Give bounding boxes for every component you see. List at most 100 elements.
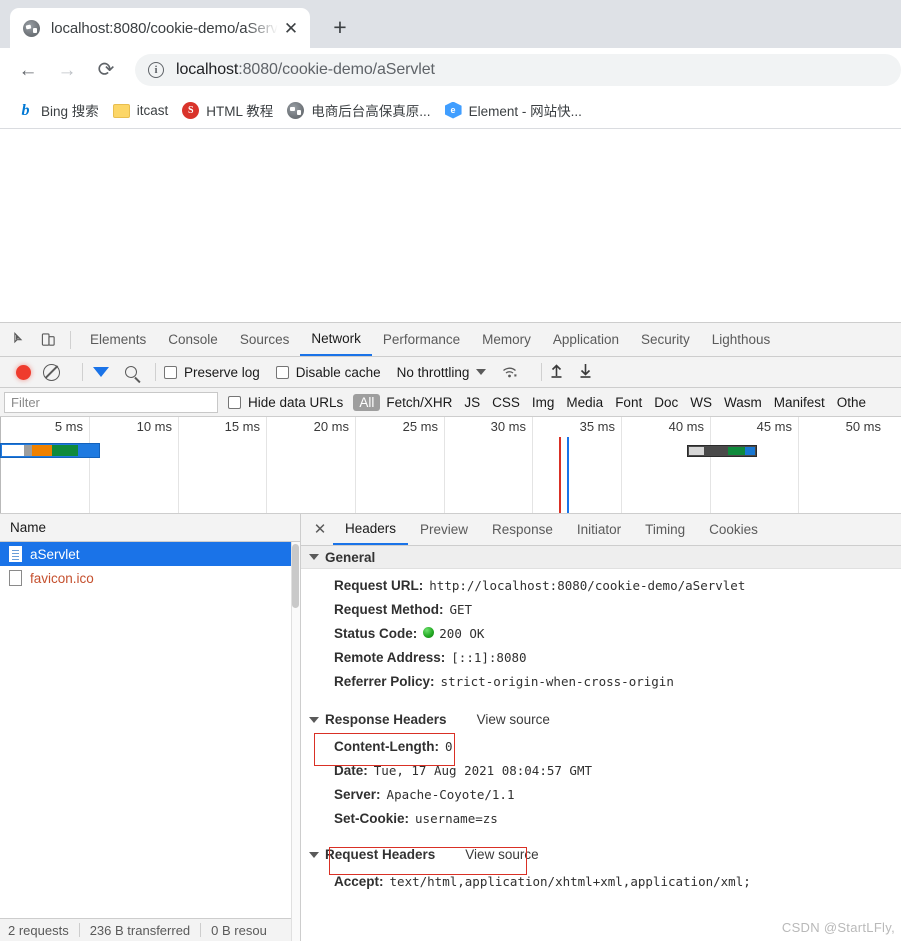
status-transferred: 236 B transferred <box>90 923 190 938</box>
resource-type-js[interactable]: JS <box>458 394 486 411</box>
chevron-down-icon[interactable] <box>309 852 319 858</box>
filter-input[interactable]: Filter <box>4 392 218 413</box>
network-toolbar: Preserve log Disable cache No throttling <box>0 357 901 388</box>
divider <box>541 363 542 381</box>
header-value: strict-origin-when-cross-origin <box>441 673 674 691</box>
bookmark-ecommerce[interactable]: 电商后台高保真原... <box>283 96 440 124</box>
section-general[interactable]: General <box>301 546 901 569</box>
tick-label: 50 ms <box>846 419 887 434</box>
bookmark-html-tutorial[interactable]: S HTML 教程 <box>178 96 283 124</box>
resource-type-wasm[interactable]: Wasm <box>718 394 768 411</box>
tick-label: 45 ms <box>757 419 798 434</box>
back-icon[interactable]: ← <box>12 54 44 86</box>
disable-cache-checkbox[interactable] <box>276 366 289 379</box>
header-row-set-cookie: Set-Cookie: username=zs <box>301 807 901 831</box>
divider <box>200 923 201 937</box>
tab-response[interactable]: Response <box>480 514 565 545</box>
address-bar-url: localhost:8080/cookie-demo/aServlet <box>176 61 435 79</box>
request-row-aservlet[interactable]: aServlet <box>0 542 300 566</box>
chevron-down-icon[interactable] <box>476 369 486 375</box>
tab-memory[interactable]: Memory <box>471 323 542 356</box>
resource-type-manifest[interactable]: Manifest <box>768 394 831 411</box>
bookmark-element[interactable]: e Element - 网站快... <box>441 96 592 124</box>
record-button-icon[interactable] <box>16 365 31 380</box>
resource-type-font[interactable]: Font <box>609 394 648 411</box>
tab-timing[interactable]: Timing <box>633 514 697 545</box>
bookmark-itcast[interactable]: itcast <box>109 96 179 124</box>
navigation-bar: ← → ⟳ i localhost:8080/cookie-demo/aServ… <box>0 48 901 92</box>
reload-icon[interactable]: ⟳ <box>90 54 122 86</box>
inspect-cursor-icon[interactable] <box>6 327 34 353</box>
divider <box>70 331 71 349</box>
resource-type-other[interactable]: Othe <box>831 394 872 411</box>
resource-type-all[interactable]: All <box>353 394 380 411</box>
request-name: favicon.ico <box>30 571 94 586</box>
tick-label: 10 ms <box>137 419 178 434</box>
tab-preview[interactable]: Preview <box>408 514 480 545</box>
scrollbar-thumb[interactable] <box>292 544 299 608</box>
header-key: Request Method: <box>334 601 444 619</box>
request-row-favicon[interactable]: favicon.ico <box>0 566 300 590</box>
resource-type-media[interactable]: Media <box>560 394 609 411</box>
header-value: Tue, 17 Aug 2021 08:04:57 GMT <box>374 762 592 780</box>
tab-application[interactable]: Application <box>542 323 630 356</box>
view-source-link[interactable]: View source <box>477 712 550 727</box>
search-icon[interactable] <box>125 366 137 378</box>
devtools-tab-bar: Elements Console Sources Network Perform… <box>0 323 901 357</box>
bookmark-bing[interactable]: b Bing 搜索 <box>13 96 109 124</box>
load-event-marker <box>559 437 561 513</box>
resource-type-ws[interactable]: WS <box>684 394 718 411</box>
browser-tab[interactable]: localhost:8080/cookie-demo/aServlet ✕ <box>10 8 310 48</box>
clear-button-icon[interactable] <box>43 364 60 381</box>
status-requests: 2 requests <box>8 923 69 938</box>
throttling-select[interactable]: No throttling <box>397 365 470 380</box>
network-overview[interactable]: 5 ms 10 ms 15 ms 20 ms 25 ms 30 ms 35 ms… <box>0 417 901 514</box>
tick-label: 5 ms <box>55 419 89 434</box>
divider <box>79 923 80 937</box>
header-key: Set-Cookie: <box>334 810 409 828</box>
device-toolbar-icon[interactable] <box>34 327 62 353</box>
status-ok-icon <box>423 627 434 638</box>
preserve-log-checkbox[interactable] <box>164 366 177 379</box>
resource-type-doc[interactable]: Doc <box>648 394 684 411</box>
tab-sources[interactable]: Sources <box>229 323 301 356</box>
header-value: Apache-Coyote/1.1 <box>387 786 515 804</box>
site-info-icon[interactable]: i <box>148 62 164 78</box>
resource-type-img[interactable]: Img <box>526 394 561 411</box>
address-bar[interactable]: i localhost:8080/cookie-demo/aServlet <box>135 54 901 86</box>
forward-icon[interactable]: → <box>51 54 83 86</box>
section-request-headers[interactable]: Request Headers View source <box>301 841 901 868</box>
header-value: 200 OK <box>439 625 484 643</box>
resource-type-fetch-xhr[interactable]: Fetch/XHR <box>380 394 458 411</box>
general-rows: Request URL: http://localhost:8080/cooki… <box>301 569 901 694</box>
import-har-icon[interactable] <box>550 363 563 381</box>
tab-elements[interactable]: Elements <box>79 323 157 356</box>
request-list-scrollbar[interactable] <box>291 542 300 941</box>
resource-type-css[interactable]: CSS <box>486 394 526 411</box>
hide-data-urls-checkbox[interactable] <box>228 396 241 409</box>
chevron-down-icon[interactable] <box>309 554 319 560</box>
close-icon[interactable]: ✕ <box>307 517 333 543</box>
view-source-link[interactable]: View source <box>465 847 538 862</box>
tab-performance[interactable]: Performance <box>372 323 471 356</box>
tab-security[interactable]: Security <box>630 323 701 356</box>
tab-lighthouse[interactable]: Lighthous <box>701 323 782 356</box>
export-har-icon[interactable] <box>579 363 592 381</box>
tick-label: 20 ms <box>314 419 355 434</box>
tab-initiator[interactable]: Initiator <box>565 514 633 545</box>
overview-request-bar <box>0 443 100 458</box>
tab-console[interactable]: Console <box>157 323 229 356</box>
section-response-headers[interactable]: Response Headers View source <box>301 706 901 733</box>
tab-cookies[interactable]: Cookies <box>697 514 770 545</box>
chevron-down-icon[interactable] <box>309 717 319 723</box>
close-icon[interactable]: ✕ <box>280 17 302 39</box>
tick-label: 30 ms <box>491 419 532 434</box>
tab-headers[interactable]: Headers <box>333 514 408 545</box>
filter-icon[interactable] <box>93 367 109 377</box>
new-tab-button[interactable]: + <box>322 9 358 45</box>
tab-network[interactable]: Network <box>300 323 372 356</box>
headers-content: General Request URL: http://localhost:80… <box>301 546 901 941</box>
network-conditions-icon[interactable] <box>502 365 519 380</box>
preserve-log-label: Preserve log <box>184 365 260 380</box>
tick-label: 35 ms <box>580 419 621 434</box>
